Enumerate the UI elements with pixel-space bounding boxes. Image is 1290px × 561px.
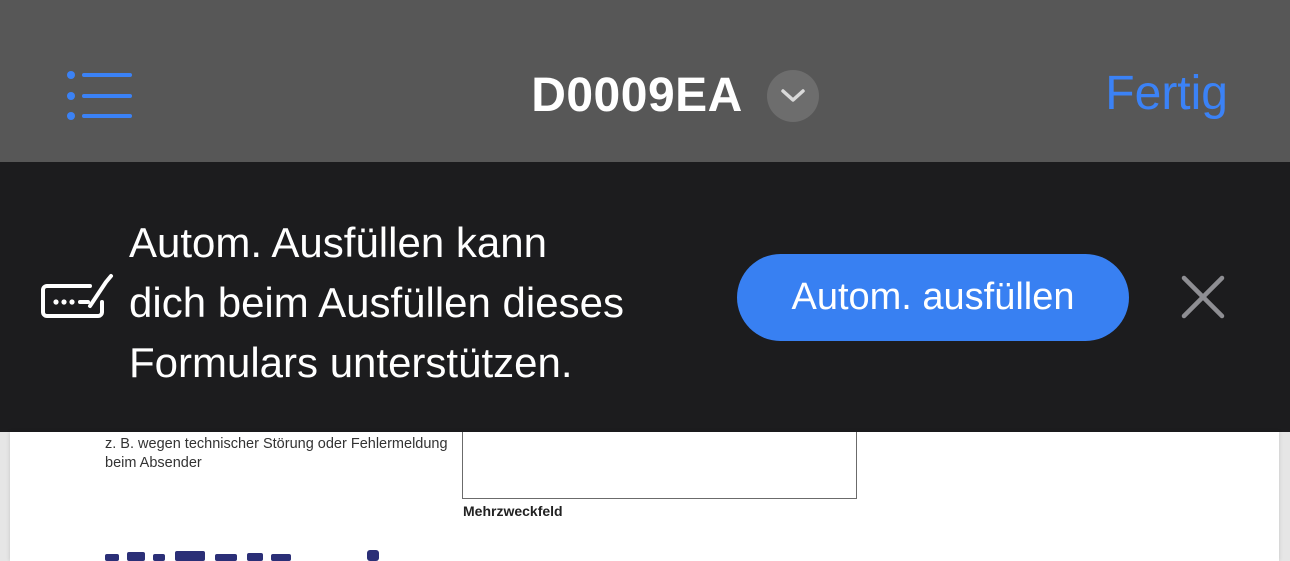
close-icon [1181,275,1225,319]
close-banner-button[interactable] [1176,270,1230,324]
list-button[interactable] [62,66,138,126]
list-icon [67,71,132,120]
form-autofill-icon [40,272,114,322]
document-note-text: z. B. wegen technischer Störung oder Feh… [105,436,448,471]
section-heading-cutoff [105,548,395,561]
done-button[interactable]: Fertig [1105,70,1228,118]
navigation-bar: D0009EA Fertig [0,0,1290,162]
autofill-button[interactable]: Autom. ausfüllen [737,254,1129,341]
multipurpose-field-label: Mehrzweckfeld [463,503,563,519]
autofill-message: Autom. Ausfüllen kann dich beim Ausfülle… [129,219,624,386]
chevron-down-icon [766,70,819,122]
document-title: D0009EA [531,69,743,122]
multipurpose-field[interactable] [462,432,857,499]
document-title-menu[interactable]: D0009EA [531,70,819,122]
document-page: z. B. wegen technischer Störung oder Feh… [10,432,1279,561]
